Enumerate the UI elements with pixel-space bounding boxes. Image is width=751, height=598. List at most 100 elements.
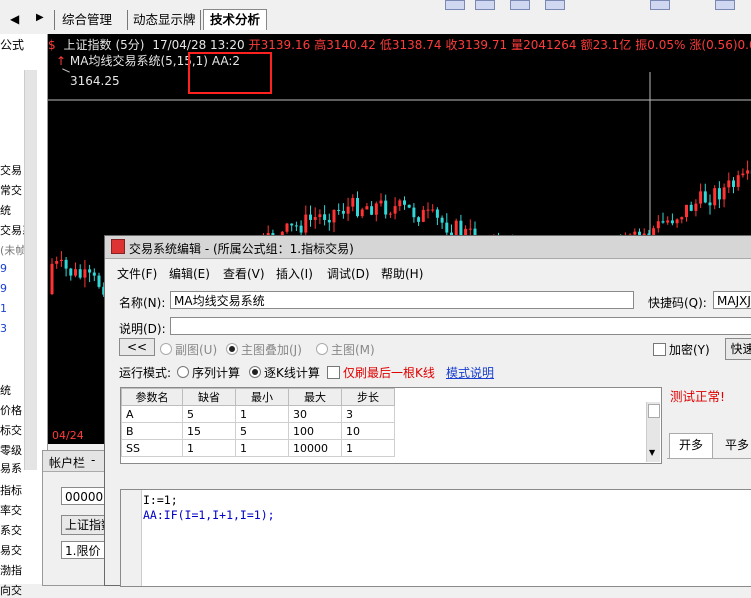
dialog-titlebar[interactable]: 交易系统编辑 - (所属公式组：1.指标交易) — [105, 236, 751, 259]
back-button[interactable]: << — [119, 338, 155, 356]
table-cell[interactable]: 15 — [183, 423, 236, 440]
tree-item[interactable]: 交易 — [0, 162, 22, 178]
tree-item[interactable]: 向交 — [0, 582, 22, 598]
toolbar-icon[interactable] — [445, 0, 465, 10]
code-line[interactable]: AA:IF(I=1,I+1,I=1); — [143, 508, 275, 522]
tab-technical-analysis[interactable]: 技术分析 — [203, 9, 267, 30]
table-row[interactable]: A 5 1 30 3 — [122, 406, 648, 423]
table-cell[interactable]: SS — [122, 440, 183, 457]
tree-item[interactable]: 统 — [0, 202, 11, 218]
table-cell[interactable]: 10000 — [289, 440, 342, 457]
account-tab[interactable]: 帐户栏 — [49, 454, 85, 471]
table-cell[interactable]: 10 — [342, 423, 395, 440]
param-header[interactable]: 最小 — [236, 389, 289, 406]
tree-item[interactable]: 标交 — [0, 422, 22, 438]
radio-main-chart[interactable]: 主图(M) — [316, 341, 375, 358]
candle-body — [690, 205, 693, 211]
table-cell[interactable]: 5 — [236, 423, 289, 440]
toolbar-icon[interactable] — [510, 0, 530, 10]
table-cell[interactable]: 100 — [289, 423, 342, 440]
toolbar-icon[interactable] — [545, 0, 565, 10]
tree-scrollbar[interactable] — [24, 70, 37, 470]
candle-body — [356, 198, 359, 216]
panel-title: 公式 — [0, 36, 24, 53]
radio-main-overlay[interactable]: 主图叠加(J) — [226, 341, 302, 358]
radio-sub-chart[interactable]: 副图(U) — [160, 341, 217, 358]
menu-debug[interactable]: 调试(D) — [327, 265, 370, 282]
candle-body — [295, 225, 298, 226]
table-cell[interactable]: 5 — [183, 406, 236, 423]
tree-item[interactable]: 易系 — [0, 460, 22, 476]
description-input[interactable] — [170, 317, 751, 335]
tree-item[interactable]: 统 — [0, 382, 11, 398]
tab-close-long[interactable]: 平多 — [717, 436, 751, 453]
param-header[interactable]: 最大 — [289, 389, 342, 406]
candle-body — [694, 204, 697, 211]
table-cell[interactable]: B — [122, 423, 183, 440]
tree-item[interactable]: 渤指 — [0, 562, 22, 578]
candle-body — [365, 206, 368, 209]
tree-item[interactable]: 价格 — [0, 402, 22, 418]
table-cell[interactable]: 3 — [342, 406, 395, 423]
radio-sequence-calc[interactable]: 序列计算 — [177, 364, 240, 381]
encrypt-checkbox[interactable]: 加密(Y) — [653, 341, 710, 358]
candle-body — [709, 202, 712, 205]
table-row[interactable]: SS 1 1 10000 1 — [122, 440, 648, 457]
tree-item[interactable]: 率交 — [0, 502, 22, 518]
tree-item[interactable]: 1 — [0, 302, 7, 315]
table-cell[interactable]: 1 — [236, 440, 289, 457]
tab-scroll-left-icon[interactable]: ◀ — [10, 12, 19, 26]
candle-body — [309, 215, 312, 220]
param-table-scrollbar[interactable]: ▼ — [646, 402, 660, 462]
table-cell[interactable]: A — [122, 406, 183, 423]
scroll-down-icon[interactable]: ▼ — [649, 448, 655, 457]
menu-file[interactable]: 文件(F) — [117, 265, 157, 282]
param-header[interactable]: 参数名 — [122, 389, 183, 406]
tree-item[interactable]: 常交 — [0, 182, 22, 198]
code-editor[interactable]: I:=1; AA:IF(I=1,I+1,I=1); — [120, 489, 751, 587]
toolbar-icon[interactable] — [650, 0, 670, 10]
table-cell[interactable]: 30 — [289, 406, 342, 423]
tree-item[interactable]: 易交 — [0, 542, 22, 558]
tree-item[interactable]: 3 — [0, 322, 7, 335]
radio-per-bar-calc[interactable]: 逐K线计算 — [249, 364, 320, 381]
toolbar-icon[interactable] — [715, 0, 735, 10]
candle-body — [732, 180, 735, 186]
tab-open-long[interactable]: 开多 — [669, 433, 713, 458]
candle-body — [333, 210, 336, 222]
menu-edit[interactable]: 编辑(E) — [169, 265, 210, 282]
param-header[interactable]: 缺省 — [183, 389, 236, 406]
candle-body — [699, 191, 702, 203]
candle-body — [314, 217, 317, 220]
candle-body — [83, 269, 86, 277]
menu-help[interactable]: 帮助(H) — [381, 265, 423, 282]
tree-item[interactable]: 系交 — [0, 522, 22, 538]
table-cell[interactable]: 1 — [183, 440, 236, 457]
shortcut-input[interactable]: MAJXJY — [713, 291, 751, 309]
refresh-last-bar-checkbox[interactable]: 仅刷最后一根K线 — [327, 364, 435, 381]
tree-item[interactable]: 指标 — [0, 482, 22, 498]
tab-dynamic-board[interactable]: 动态显示牌 — [133, 10, 196, 30]
tree-item[interactable]: 9 — [0, 282, 7, 295]
tab-scroll-right-icon[interactable]: ▶ — [36, 12, 44, 23]
name-input[interactable]: MA均线交易系统 — [170, 291, 634, 309]
parameter-table: 参数名 缺省 最小 最大 步长 A 5 1 30 3 B — [120, 387, 662, 464]
candle-body — [403, 200, 406, 204]
param-header[interactable]: 步长 — [342, 389, 395, 406]
table-cell[interactable]: 1 — [342, 440, 395, 457]
scroll-thumb[interactable] — [648, 404, 660, 418]
tab-comprehensive-management[interactable]: 综合管理 — [62, 10, 112, 30]
mode-help-link[interactable]: 模式说明 — [446, 364, 494, 381]
tree-item[interactable]: 9 — [0, 262, 7, 275]
menu-view[interactable]: 查看(V) — [223, 265, 265, 282]
table-cell[interactable]: 1 — [236, 406, 289, 423]
table-row[interactable]: B 15 5 100 10 — [122, 423, 648, 440]
tree-item[interactable]: 零级 — [0, 442, 22, 458]
toolbar-icon[interactable] — [475, 0, 495, 10]
menu-insert[interactable]: 插入(I) — [276, 265, 313, 282]
tree-item[interactable]: (未帧 — [0, 242, 26, 258]
collapse-button[interactable]: - — [91, 453, 95, 467]
candle-body — [713, 188, 716, 205]
quick-button[interactable]: 快速 — [725, 338, 751, 360]
code-line[interactable]: I:=1; — [143, 493, 178, 507]
